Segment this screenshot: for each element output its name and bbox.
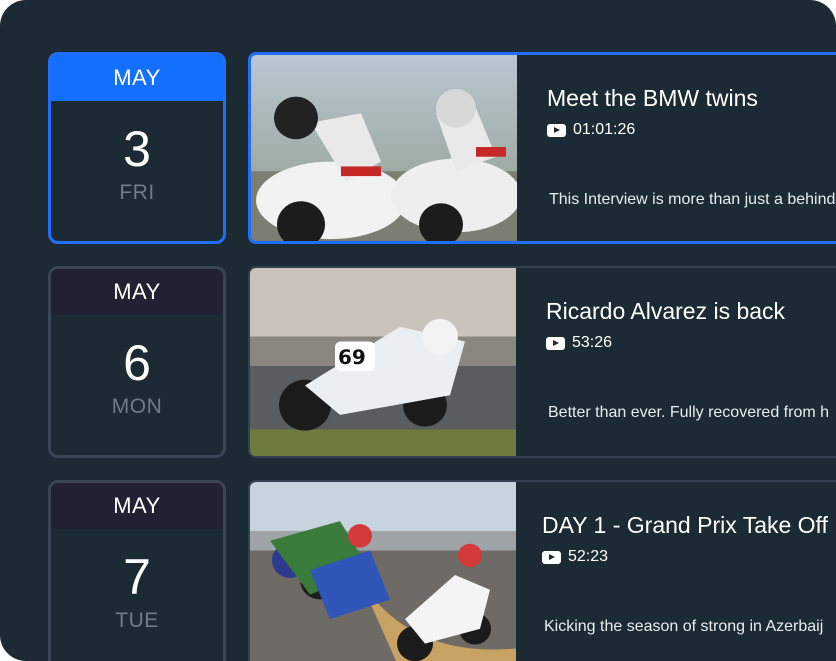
date-weekday: TUE bbox=[115, 609, 159, 632]
video-duration: 52:23 bbox=[542, 548, 608, 566]
video-thumbnail[interactable] bbox=[251, 55, 517, 241]
video-info: Ricardo Alvarez is back 53:26 Better tha… bbox=[546, 268, 836, 456]
video-description: This Interview is more than just a behin… bbox=[549, 191, 836, 208]
video-title[interactable]: DAY 1 - Grand Prix Take Off bbox=[542, 512, 828, 539]
video-duration: 01:01:26 bbox=[547, 121, 635, 139]
youtube-play-icon bbox=[542, 550, 561, 564]
date-month: MAY bbox=[51, 55, 223, 101]
date-card[interactable]: MAY 6 MON bbox=[48, 266, 226, 458]
youtube-play-icon bbox=[546, 336, 565, 350]
date-card[interactable]: MAY 3 FRI bbox=[48, 52, 226, 244]
video-info: Meet the BMW twins 01:01:26 This Intervi… bbox=[547, 55, 836, 241]
date-day: 6 bbox=[123, 335, 151, 391]
date-day: 3 bbox=[123, 121, 151, 177]
date-card[interactable]: MAY 7 TUE bbox=[48, 480, 226, 661]
duration-text: 52:23 bbox=[568, 548, 609, 565]
duration-text: 01:01:26 bbox=[573, 121, 636, 138]
date-month: MAY bbox=[51, 483, 223, 529]
video-description: Kicking the season of strong in Azerbaij bbox=[544, 618, 824, 635]
date-weekday: MON bbox=[111, 395, 163, 418]
video-info: DAY 1 - Grand Prix Take Off 52:23 Kickin… bbox=[542, 482, 836, 661]
date-month: MAY bbox=[51, 269, 223, 315]
date-day: 7 bbox=[123, 549, 151, 605]
video-duration: 53:26 bbox=[546, 334, 612, 352]
date-weekday: FRI bbox=[119, 181, 155, 204]
video-title[interactable]: Meet the BMW twins bbox=[547, 85, 758, 112]
duration-text: 53:26 bbox=[572, 334, 613, 351]
video-title[interactable]: Ricardo Alvarez is back bbox=[546, 298, 785, 325]
video-card[interactable]: 69 Ricardo Alvarez is back 53:26 Better … bbox=[248, 266, 836, 458]
schedule-panel: MAY 3 FRI Meet the BMW twins 01:01:26 Th… bbox=[0, 0, 836, 661]
youtube-play-icon bbox=[547, 123, 566, 137]
video-card[interactable]: DAY 1 - Grand Prix Take Off 52:23 Kickin… bbox=[248, 480, 836, 661]
video-thumbnail[interactable]: 69 bbox=[250, 268, 516, 456]
video-card[interactable]: Meet the BMW twins 01:01:26 This Intervi… bbox=[248, 52, 836, 244]
video-thumbnail[interactable] bbox=[250, 482, 516, 661]
video-description: Better than ever. Fully recovered from h bbox=[548, 404, 830, 421]
svg-text:69: 69 bbox=[338, 346, 366, 369]
